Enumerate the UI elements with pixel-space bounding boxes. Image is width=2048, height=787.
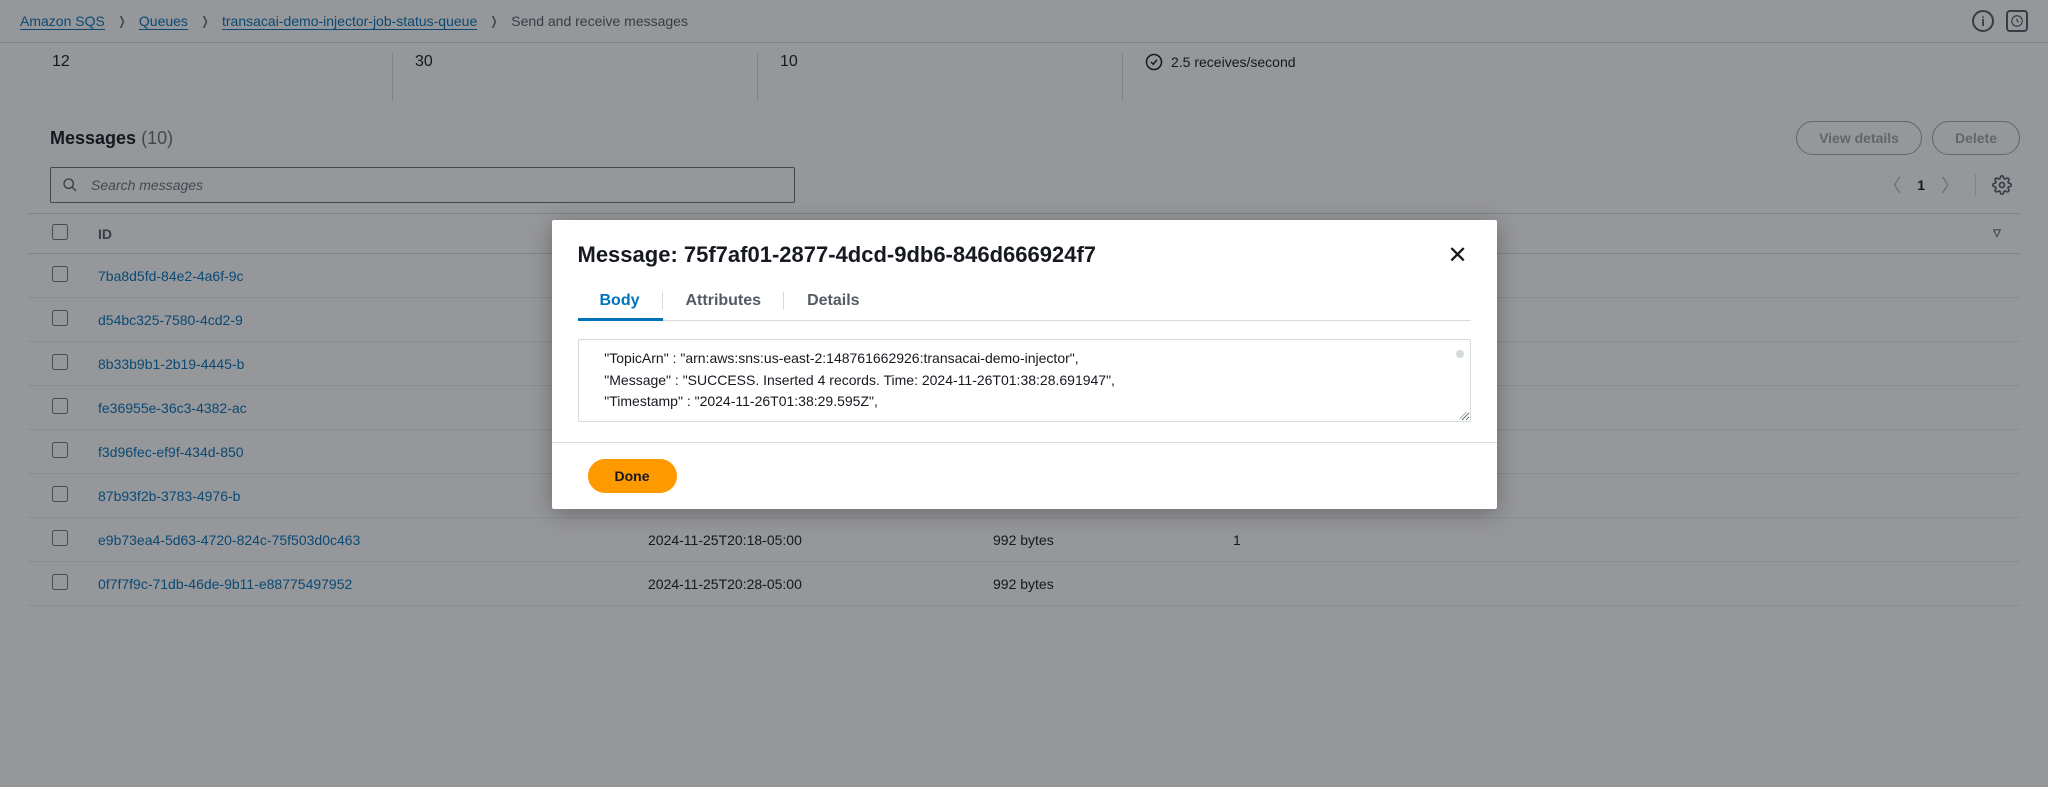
done-button[interactable]: Done [588, 459, 677, 493]
tab-body[interactable]: Body [578, 282, 663, 320]
tab-details[interactable]: Details [785, 282, 881, 320]
modal-overlay[interactable]: Message: 75f7af01-2877-4dcd-9db6-846d666… [0, 0, 2048, 787]
modal-title: Message: 75f7af01-2877-4dcd-9db6-846d666… [578, 242, 1097, 268]
resize-handle-icon[interactable] [1456, 407, 1468, 419]
tab-attributes[interactable]: Attributes [664, 282, 785, 320]
modal-tabs: Body Attributes Details [552, 276, 1497, 320]
message-modal: Message: 75f7af01-2877-4dcd-9db6-846d666… [552, 220, 1497, 509]
close-icon[interactable]: ✕ [1445, 242, 1471, 268]
message-body-text[interactable]: "TopicArn" : "arn:aws:sns:us-east-2:1487… [578, 339, 1471, 422]
scrollbar-thumb[interactable] [1456, 350, 1464, 358]
